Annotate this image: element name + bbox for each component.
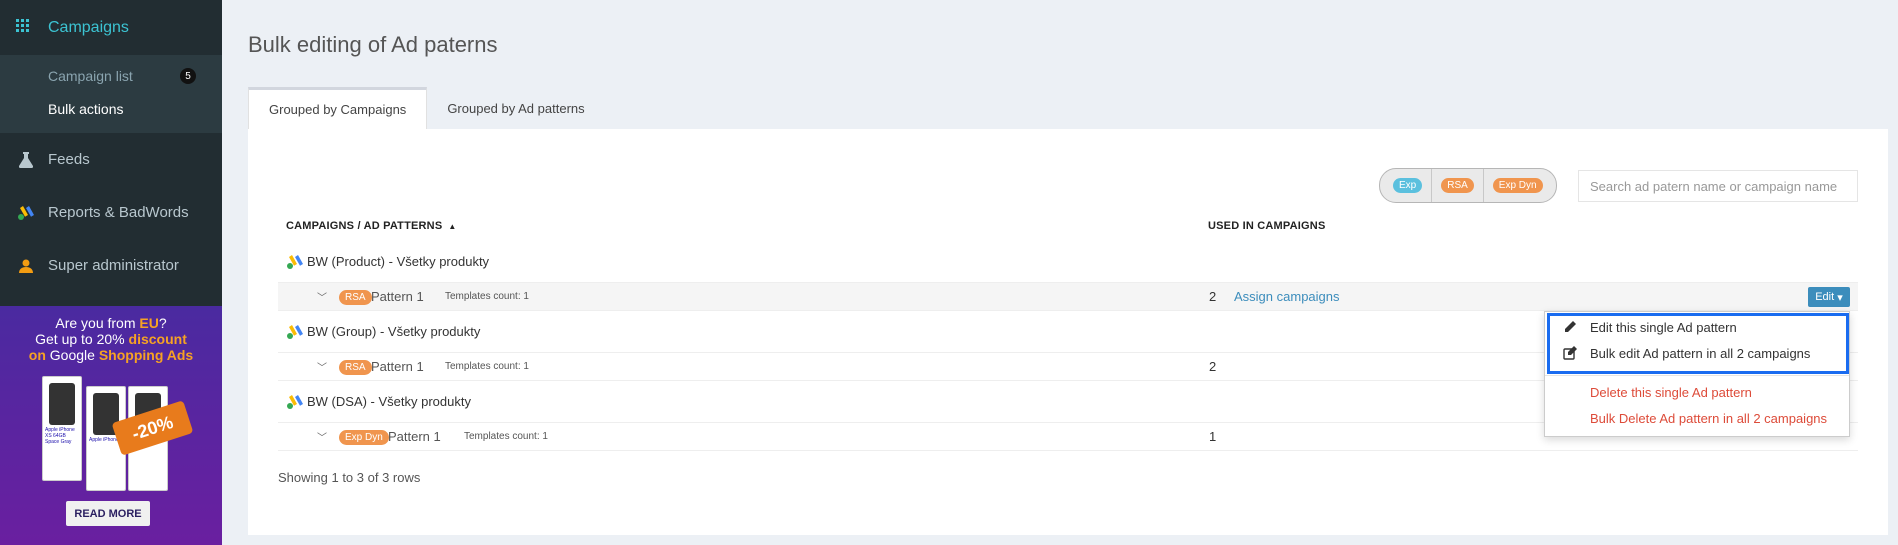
sidebar-item-feeds[interactable]: Feeds (0, 133, 222, 186)
used-in-campaigns: 1 (1209, 429, 1217, 444)
column-header-used: USED IN CAMPAIGNS (1208, 220, 1326, 232)
pattern-type-badge: Exp Dyn (339, 430, 389, 445)
promo-banner[interactable]: Are you from EU? Get up to 20% discount … (0, 306, 222, 545)
campaign-row: BW (Product) - Všetky produkty (287, 254, 489, 269)
campaigns-submenu: Campaign list 5 Bulk actions (0, 55, 222, 133)
templates-count: Templates count: 1 (445, 361, 529, 372)
pattern-type-badge: RSA (339, 290, 372, 305)
type-filter-group: Exp RSA Exp Dyn (1379, 168, 1557, 203)
campaign-name: BW (Product) - Všetky produkty (307, 254, 490, 269)
product-card: Apple iPhone XS 64GB Space Gray (42, 376, 82, 481)
promo-line-2: Get up to 20% discount (35, 331, 187, 347)
sidebar-item-label: Reports & BadWords (48, 204, 189, 221)
sort-up-icon: ▲ (448, 222, 457, 231)
sidebar-item-label: Bulk actions (48, 100, 124, 117)
edit-dropdown-button[interactable]: Edit ▾ (1808, 287, 1850, 307)
google-ads-icon (287, 324, 303, 339)
bulk-delete-pattern-item[interactable]: Bulk Delete Ad pattern in all 2 campaign… (1590, 411, 1827, 426)
exp-dyn-pill: Exp Dyn (1492, 178, 1543, 193)
promo-line-3: on Google Shopping Ads (28, 347, 194, 363)
used-in-campaigns: 2 (1209, 289, 1217, 304)
templates-count: Templates count: 1 (445, 291, 529, 302)
sidebar-item-campaign-list[interactable]: Campaign list 5 (0, 59, 222, 92)
filter-exp-button[interactable]: Exp (1384, 169, 1433, 202)
edit-single-pattern-item[interactable]: Edit this single Ad pattern (1590, 320, 1737, 335)
sidebar-item-super-admin[interactable]: Super administrator (0, 239, 222, 292)
campaign-row: BW (DSA) - Všetky produkty (287, 394, 471, 409)
edit-square-icon (1563, 346, 1577, 360)
used-in-campaigns: 2 (1209, 359, 1217, 374)
menu-divider (1545, 375, 1849, 376)
campaign-row: BW (Group) - Všetky produkty (287, 324, 480, 339)
google-ads-icon (16, 205, 36, 220)
templates-count: Templates count: 1 (464, 431, 548, 442)
pencil-icon (1565, 321, 1576, 332)
column-header-campaigns[interactable]: CAMPAIGNS / AD PATTERNS ▲ (286, 220, 457, 232)
promo-line-1: Are you from EU? (55, 315, 167, 331)
tab-grouped-by-ad-patterns[interactable]: Grouped by Ad patterns (427, 87, 604, 129)
pattern-row: ﹀ RSA Pattern 1 Templates count: 1 2 Ass… (278, 282, 1858, 311)
grid-icon (16, 19, 32, 36)
search-input[interactable] (1578, 170, 1858, 202)
count-badge: 5 (180, 68, 196, 84)
sidebar-item-label: Campaign list (48, 67, 133, 84)
campaign-name: BW (DSA) - Všetky produkty (307, 394, 471, 409)
chevron-down-icon[interactable]: ﹀ (317, 289, 327, 304)
assign-campaigns-link[interactable]: Assign campaigns (1234, 289, 1340, 304)
pattern-name: Pattern 1 (371, 289, 424, 304)
user-icon (16, 259, 36, 273)
sidebar: Campaigns Campaign list 5 Bulk actions F… (0, 0, 222, 545)
sidebar-item-bulk-actions[interactable]: Bulk actions (0, 92, 222, 125)
filter-exp-dyn-button[interactable]: Exp Dyn (1484, 169, 1552, 202)
campaign-name: BW (Group) - Všetky produkty (307, 324, 481, 339)
google-ads-icon (287, 394, 303, 409)
google-ads-icon (287, 254, 303, 269)
sidebar-item-label: Campaigns (48, 18, 129, 36)
delete-single-pattern-item[interactable]: Delete this single Ad pattern (1590, 385, 1752, 400)
edit-dropdown-menu: Edit this single Ad pattern Bulk edit Ad… (1544, 311, 1850, 437)
sidebar-item-label: Feeds (48, 151, 90, 168)
tab-grouped-by-campaigns[interactable]: Grouped by Campaigns (248, 87, 428, 129)
chevron-down-icon[interactable]: ﹀ (317, 429, 327, 444)
exp-pill: Exp (1393, 178, 1423, 193)
pattern-type-badge: RSA (339, 360, 372, 375)
flask-icon (16, 151, 36, 168)
promo-product-cards: Apple iPhone XS 64GB Space Gray Apple iP… (40, 376, 194, 491)
pagination-info: Showing 1 to 3 of 3 rows (278, 470, 421, 485)
sidebar-item-campaigns[interactable]: Campaigns (0, 0, 222, 55)
sidebar-item-reports[interactable]: Reports & BadWords (0, 186, 222, 239)
pattern-name: Pattern 1 (371, 359, 424, 374)
read-more-button[interactable]: READ MORE (66, 501, 150, 526)
chevron-down-icon[interactable]: ﹀ (317, 359, 327, 374)
sidebar-item-label: Super administrator (48, 257, 179, 274)
rsa-pill: RSA (1441, 178, 1474, 193)
view-tabs: Grouped by Campaigns Grouped by Ad patte… (248, 87, 605, 129)
page-title: Bulk editing of Ad paterns (248, 32, 498, 57)
pattern-name: Pattern 1 (388, 429, 441, 444)
filter-rsa-button[interactable]: RSA (1432, 169, 1484, 202)
bulk-edit-pattern-item[interactable]: Bulk edit Ad pattern in all 2 campaigns (1590, 346, 1810, 361)
